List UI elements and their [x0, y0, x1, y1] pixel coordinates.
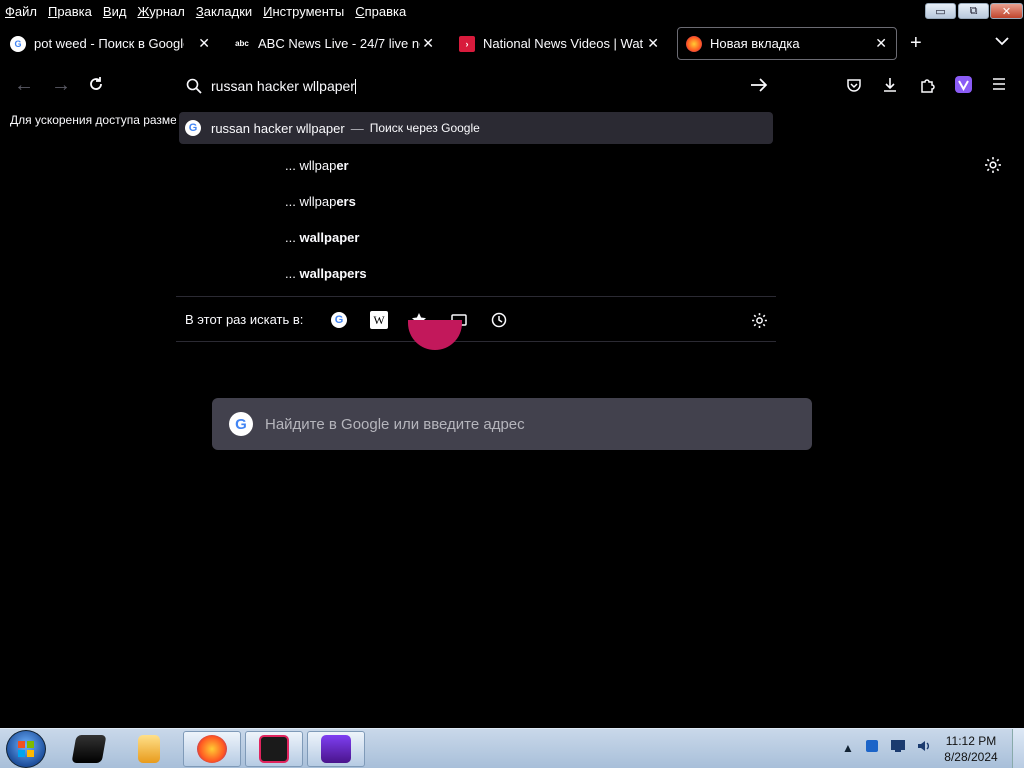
tab-pot-weed[interactable]: G pot weed - Поиск в Google ✕: [10, 27, 216, 60]
clock-time: 11:12 PM: [945, 734, 997, 748]
screen-recorder-icon: [259, 735, 289, 763]
close-tab-icon[interactable]: ✕: [647, 35, 659, 52]
new-tab-button[interactable]: +: [910, 32, 922, 55]
suggestion-item[interactable]: ... wallpapers: [285, 266, 367, 281]
tab-title: Новая вкладка: [710, 36, 800, 51]
one-off-label: В этот раз искать в:: [185, 312, 304, 327]
google-icon: G: [10, 35, 26, 52]
system-clock[interactable]: 11:12 PM 8/28/2024: [936, 733, 1006, 765]
taskbar-app-media[interactable]: [120, 731, 178, 767]
system-tray: ▲: [842, 739, 942, 756]
tab-bar: G pot weed - Поиск в Google ✕ abc ABC Ne…: [0, 24, 1024, 64]
url-suggestions-dropdown: G russan hacker wllpaper — Поиск через G…: [176, 106, 776, 342]
reload-icon[interactable]: [88, 75, 104, 98]
suggestion-prefix: ...: [285, 158, 300, 173]
address-bar[interactable]: russan hacker wllpaper: [178, 70, 774, 102]
tab-national-news[interactable]: › National News Videos | Watch ✕: [459, 27, 665, 60]
menu-history[interactable]: Журнал: [137, 4, 184, 19]
suggestion-bold: wallpaper: [299, 230, 360, 245]
suggestion-prefix: ...: [285, 194, 300, 209]
suggestion-query: russan hacker wllpaper: [211, 120, 345, 136]
suggestion-prefix: ...: [285, 230, 300, 245]
minimize-button[interactable]: ▭: [925, 3, 956, 19]
media-player-icon: [138, 735, 160, 763]
pocket-icon[interactable]: [846, 76, 862, 99]
go-arrow-icon[interactable]: [750, 77, 768, 98]
clock-date: 8/28/2024: [944, 750, 998, 764]
ntp-settings-gear-icon[interactable]: [984, 156, 1002, 179]
close-tab-icon[interactable]: ✕: [875, 35, 887, 52]
suggestion-bold: ers: [336, 194, 356, 209]
hamburger-menu-icon[interactable]: [991, 75, 1007, 98]
taskbar-app-explorer[interactable]: [60, 731, 118, 767]
menu-bar: Файл Правка Вид Журнал Закладки Инструме…: [0, 0, 1024, 22]
search-icon: [186, 78, 202, 99]
tab-abc-news[interactable]: abc ABC News Live - 24/7 live news ✕: [234, 27, 440, 60]
suggestion-item[interactable]: ... wllpapers: [285, 194, 356, 209]
ntp-search-input[interactable]: [265, 415, 765, 433]
suggestion-normal: wllpap: [299, 194, 337, 209]
windows-taskbar: ▲ 11:12 PM 8/28/2024: [0, 728, 1024, 768]
tab-title: pot weed - Поиск в Google: [34, 36, 184, 51]
suggestion-prefix: ...: [285, 266, 300, 281]
firefox-icon: [686, 35, 702, 52]
menu-bookmarks[interactable]: Закладки: [196, 4, 252, 19]
news-icon: ›: [459, 35, 475, 52]
menu-file[interactable]: Файл: [5, 4, 37, 19]
search-settings-gear-icon[interactable]: [750, 311, 768, 329]
taskbar-app-vpn[interactable]: [307, 731, 365, 767]
bookmarks-toolbar-hint: Для ускорения доступа разме: [10, 113, 176, 127]
google-icon: G: [331, 312, 347, 328]
firefox-logo: [408, 320, 462, 350]
show-desktop-button[interactable]: [1012, 729, 1024, 768]
suggestion-separator: —: [350, 120, 364, 136]
address-input[interactable]: russan hacker wllpaper: [211, 78, 355, 94]
taskbar-app-recorder[interactable]: [245, 731, 303, 767]
menu-view[interactable]: Вид: [103, 4, 127, 19]
network-tray-icon[interactable]: [890, 739, 906, 756]
google-icon: G: [229, 412, 253, 436]
suggestion-item[interactable]: ... wllpaper: [285, 158, 349, 173]
volume-tray-icon[interactable]: [917, 739, 931, 756]
close-tab-icon[interactable]: ✕: [422, 35, 434, 52]
vpn-extension-icon[interactable]: [955, 76, 972, 99]
text-caret: [354, 79, 356, 95]
wikipedia-icon[interactable]: W: [370, 311, 388, 329]
bluetooth-tray-icon[interactable]: [865, 739, 879, 756]
ntp-search-box[interactable]: G: [212, 398, 812, 450]
tray-expand-arrow[interactable]: ▲: [842, 741, 854, 755]
vpn-app-icon: [321, 735, 351, 763]
start-button[interactable]: [6, 730, 46, 768]
menu-tools[interactable]: Инструменты: [263, 4, 344, 19]
forward-icon[interactable]: →: [51, 74, 71, 97]
google-icon: G: [185, 120, 201, 136]
maximize-button[interactable]: ⧉: [958, 3, 989, 19]
abc-icon: abc: [234, 35, 250, 52]
menu-help[interactable]: Справка: [355, 4, 406, 19]
suggestion-engine-label: Поиск через Google: [369, 121, 480, 135]
folder-icon: [71, 735, 107, 763]
extensions-icon[interactable]: [919, 76, 935, 99]
google-engine-button[interactable]: G: [330, 311, 348, 329]
firefox-icon: [197, 735, 227, 763]
downloads-icon[interactable]: [882, 76, 898, 99]
list-all-tabs-button[interactable]: [995, 33, 1009, 49]
suggestion-normal: wllpap: [299, 158, 337, 173]
tab-title: National News Videos | Watch: [483, 36, 643, 51]
suggestion-bold: er: [336, 158, 349, 173]
menu-edit[interactable]: Правка: [48, 4, 92, 19]
tab-new-tab[interactable]: Новая вкладка ✕: [677, 27, 897, 60]
taskbar-app-firefox[interactable]: [183, 731, 241, 767]
suggestion-primary[interactable]: G russan hacker wllpaper — Поиск через G…: [179, 112, 773, 144]
tab-title: ABC News Live - 24/7 live news: [258, 36, 420, 51]
close-tab-icon[interactable]: ✕: [198, 35, 210, 52]
history-clock-icon[interactable]: [490, 311, 508, 329]
one-off-search-bar: В этот раз искать в: G W: [176, 296, 776, 342]
back-icon[interactable]: ←: [14, 74, 34, 97]
suggestion-bold: wallpapers: [299, 266, 367, 281]
close-window-button[interactable]: ✕: [990, 3, 1023, 19]
suggestion-item[interactable]: ... wallpaper: [285, 230, 359, 245]
